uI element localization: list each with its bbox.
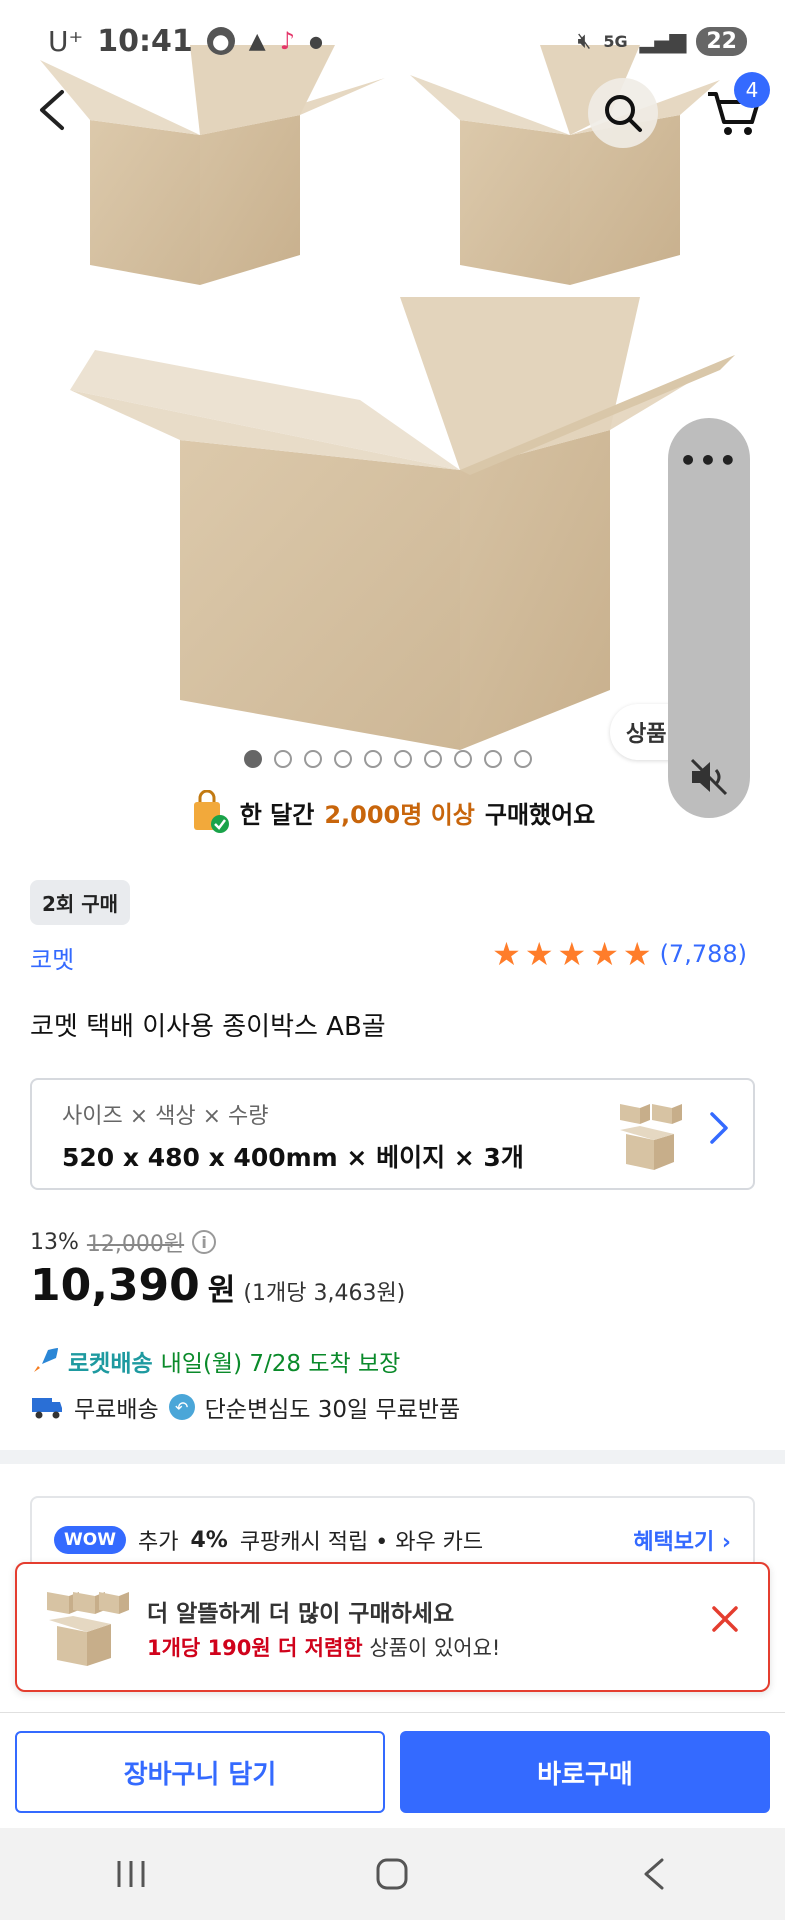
discount-row: 13% 12,000원 i: [30, 1226, 217, 1258]
truck-icon: [32, 1398, 62, 1419]
carousel-dot[interactable]: [424, 750, 442, 768]
recent-apps-button[interactable]: [101, 1844, 161, 1904]
popup-title: 더 알뜰하게 더 많이 구매하세요: [147, 1601, 455, 1627]
rocket-delivery: 로켓배송 내일(월) 7/28 도착 보장: [30, 1344, 400, 1378]
system-navigation-bar: [0, 1828, 785, 1920]
price-currency: 원: [207, 1273, 236, 1308]
option-thumbnail: [620, 1104, 682, 1170]
shopping-bag-icon: [193, 790, 229, 833]
return-icon: ↶: [168, 1394, 195, 1420]
network-label: 5G: [603, 31, 628, 51]
rocket-delivery-label: 로켓배송: [68, 1351, 153, 1377]
wow-text-suffix: 쿠팡캐시 적립 • 와우 카드: [239, 1530, 484, 1555]
chat-notification-icon: ●: [206, 27, 235, 55]
wow-badge: WOW: [54, 1526, 126, 1554]
recent-apps-icon: [117, 1861, 145, 1887]
clock: 10:41: [97, 23, 193, 59]
battery-level: 22: [696, 26, 747, 56]
carousel-dot[interactable]: [274, 750, 292, 768]
home-icon: [376, 1858, 408, 1890]
purchase-count-prefix: 한 달간: [239, 800, 315, 829]
sound-off-icon[interactable]: [688, 756, 730, 798]
carousel-dot[interactable]: [394, 750, 412, 768]
brand-link[interactable]: 코멧: [30, 940, 74, 975]
add-to-cart-button[interactable]: 장바구니 담기: [15, 1731, 385, 1813]
popup-subtitle: 1개당 190원 더 저렴한 상품이 있어요!: [147, 1632, 500, 1662]
carousel-dot[interactable]: [364, 750, 382, 768]
carousel-dot[interactable]: [304, 750, 322, 768]
carousel-dot[interactable]: [484, 750, 502, 768]
search-button[interactable]: [588, 78, 658, 148]
carousel-dot[interactable]: [334, 750, 352, 768]
warning-icon: ▲: [248, 28, 266, 54]
purchase-action-bar: 장바구니 담기 바로구매: [0, 1712, 785, 1828]
system-back-button[interactable]: [624, 1844, 684, 1904]
carousel-dot[interactable]: [454, 750, 472, 768]
star-icon: ★: [492, 935, 521, 973]
tiktok-icon: ♪: [279, 27, 296, 55]
carousel-indicator: [244, 750, 532, 768]
popup-thumbnail: [47, 1592, 129, 1666]
product-title: 코멧 택배 이사용 종이박스 AB골: [30, 1012, 386, 1042]
info-icon[interactable]: i: [192, 1230, 217, 1254]
purchase-count-highlight: 2,000명 이상: [324, 800, 475, 829]
review-count[interactable]: (7,788): [660, 940, 747, 968]
shipping-info: 무료배송 ↶ 단순변심도 30일 무료반품: [30, 1390, 460, 1424]
popup-highlight: 1개당 190원 더 저렴한: [147, 1636, 363, 1660]
original-price: 12,000원: [86, 1232, 185, 1257]
status-bar: U⁺ 10:41 ● ▲ ♪ ● 🔇︎ 5G ▂▄▆ 22: [0, 0, 785, 82]
option-label: 사이즈 × 색상 × 수량: [62, 1104, 269, 1129]
repurchase-tag: 2회 구매: [30, 880, 131, 925]
mute-icon: 🔇︎: [577, 28, 592, 54]
price-row: 10,390 원 (1개당 3,463원): [30, 1260, 405, 1311]
free-shipping: 무료배송: [74, 1397, 159, 1423]
purchase-count-banner: 한 달간 2,000명 이상 구매했어요: [0, 790, 785, 834]
back-arrow-icon: [644, 1858, 664, 1890]
bulk-deal-popup[interactable]: 더 알뜰하게 더 많이 구매하세요 1개당 190원 더 저렴한 상품이 있어요…: [15, 1562, 770, 1692]
star-icon: ★: [590, 935, 619, 973]
cart-count-badge: 4: [734, 72, 770, 108]
discount-rate: 13%: [30, 1229, 79, 1255]
star-icon: ★: [557, 935, 587, 973]
arrival-guarantee: 내일(월) 7/28 도착 보장: [160, 1351, 401, 1377]
more-options-icon[interactable]: •••: [668, 444, 750, 477]
more-notifications-icon: ●: [309, 31, 323, 51]
star-icon: ★: [622, 935, 652, 973]
floating-video-panel[interactable]: •••: [668, 418, 750, 818]
section-divider: [0, 1450, 785, 1464]
carrier-label: U⁺: [48, 24, 84, 58]
per-unit-price: (1개당 3,463원): [243, 1281, 406, 1306]
back-button[interactable]: [30, 80, 74, 140]
chevron-right-icon: [710, 1112, 728, 1144]
option-selector[interactable]: 사이즈 × 색상 × 수량 520 x 480 x 400mm × 베이지 × …: [30, 1078, 755, 1190]
wow-text-prefix: 추가: [137, 1530, 179, 1555]
carousel-dot[interactable]: [244, 750, 262, 768]
search-icon: [605, 95, 642, 132]
free-returns: 단순변심도 30일 무료반품: [204, 1397, 461, 1423]
rocket-icon: [34, 1348, 58, 1372]
buy-now-button[interactable]: 바로구매: [400, 1731, 770, 1813]
signal-icon: ▂▄▆: [639, 28, 687, 54]
home-button[interactable]: [362, 1844, 422, 1904]
chevron-left-icon: [40, 90, 64, 130]
sale-price: 10,390: [30, 1260, 200, 1311]
carousel-dot[interactable]: [514, 750, 532, 768]
rating[interactable]: ★ ★ ★ ★ ★ (7,788): [492, 938, 747, 970]
purchase-count-suffix: 구매했어요: [484, 800, 596, 829]
option-value: 520 x 480 x 400mm × 베이지 × 3개: [62, 1143, 524, 1172]
popup-suffix: 상품이 있어요!: [369, 1636, 501, 1660]
star-icon: ★: [524, 935, 554, 973]
close-icon[interactable]: [710, 1604, 740, 1634]
view-benefits-link[interactable]: 혜택보기 ›: [633, 1524, 731, 1556]
wow-rate: 4%: [190, 1527, 228, 1553]
